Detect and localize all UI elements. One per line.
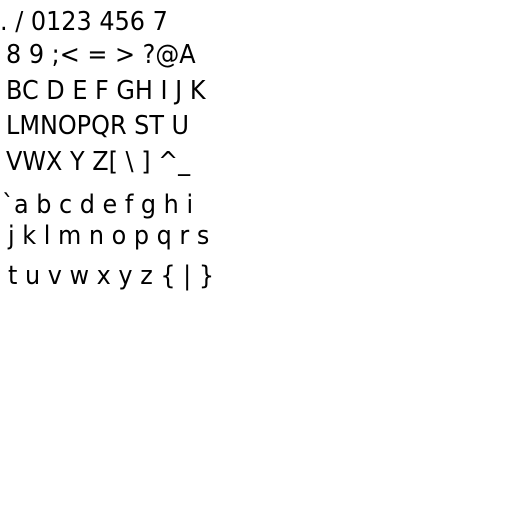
glyph-text: . / 0123 456 7	[0, 7, 168, 37]
glyph-text: LMNOPQR ST U	[6, 111, 190, 141]
glyph-text: 8 9 ;< = > ?@A	[6, 40, 196, 70]
glyph-text: j k l m n o p q r s	[8, 221, 210, 251]
glyph-text: BC D E F GH I J K	[6, 76, 206, 106]
glyph-text: t u v w x y z { | }	[8, 261, 215, 291]
glyph-sheet: . / 0123 456 7 8 9 ;< = > ?@A BC D E F G…	[0, 0, 530, 530]
glyph-text: VWX Y Z[ \ ] ^_	[6, 147, 191, 177]
